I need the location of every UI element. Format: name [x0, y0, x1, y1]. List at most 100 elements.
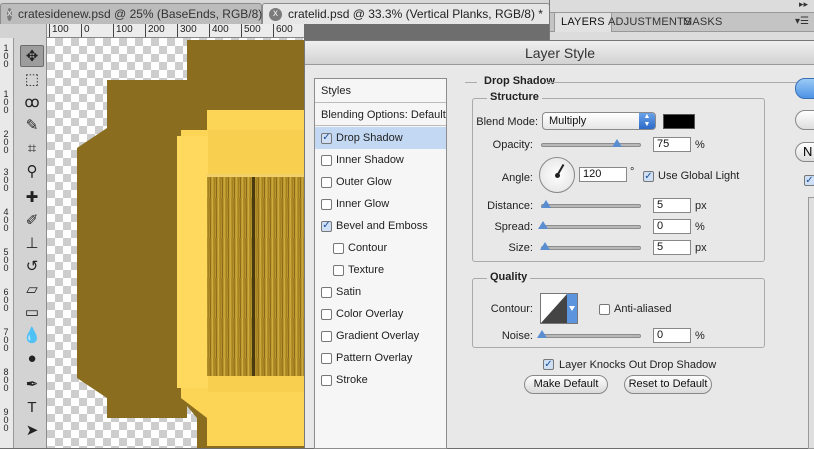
noise-input[interactable]: 0 [653, 328, 691, 343]
ok-button[interactable] [795, 78, 814, 99]
gradient-tool-icon[interactable]: ▭ [20, 301, 44, 323]
style-checkbox[interactable] [321, 308, 332, 320]
ruler-tick: 800 [3, 367, 9, 393]
ruler-tick: 100 [3, 89, 9, 115]
spot-heal-tool-icon[interactable]: ✚ [20, 186, 44, 208]
quick-select-tool-icon[interactable]: ✎ [20, 114, 44, 136]
style-item-texture[interactable]: Texture [315, 259, 446, 281]
type-tool-icon[interactable]: T [20, 396, 44, 418]
panel-tab-strip: LAYERS ADJUSTMENTS MASKS ▾☰ [550, 12, 814, 32]
angle-unit: ° [630, 166, 635, 178]
anti-aliased-checkbox[interactable] [599, 304, 610, 315]
close-tab-icon[interactable]: x [7, 7, 12, 21]
brush-tool-icon[interactable]: ✐ [20, 209, 44, 231]
style-item-outer-glow[interactable]: Outer Glow [315, 171, 446, 193]
use-global-light-label: Use Global Light [658, 170, 740, 182]
slider-thumb[interactable] [540, 242, 550, 250]
section-divider [545, 82, 807, 83]
style-checkbox[interactable] [321, 352, 332, 364]
blend-mode-select[interactable]: Multiply ▲ ▼ [542, 112, 656, 130]
spread-slider[interactable] [538, 221, 641, 229]
contour-curve-icon [541, 294, 577, 323]
doc-tab-cratesidenew[interactable]: x cratesidenew.psd @ 25% (BaseEnds, RGB/… [0, 3, 262, 24]
style-checkbox[interactable] [321, 176, 332, 188]
style-item-label: Inner Shadow [336, 154, 404, 166]
eraser-tool-icon[interactable]: ▱ [20, 278, 44, 300]
close-tab-icon[interactable]: x [269, 7, 282, 21]
size-input[interactable]: 5 [653, 240, 691, 255]
pen-tool-icon[interactable]: ✒ [20, 373, 44, 395]
style-checkbox[interactable]: ✓ [321, 132, 332, 144]
spread-input[interactable]: 0 [653, 219, 691, 234]
slider-thumb[interactable] [538, 221, 548, 229]
doc-tab-cratelid[interactable]: x cratelid.psd @ 33.3% (Vertical Planks,… [262, 3, 550, 24]
style-item-stroke[interactable]: Stroke [315, 369, 446, 391]
distance-input[interactable]: 5 [653, 198, 691, 213]
style-item-contour[interactable]: Contour [315, 237, 446, 259]
style-item-inner-shadow[interactable]: Inner Shadow [315, 149, 446, 171]
shadow-color-swatch[interactable] [663, 114, 695, 129]
noise-slider[interactable] [537, 330, 641, 338]
slider-thumb[interactable] [612, 139, 622, 147]
slider-thumb[interactable] [541, 200, 551, 208]
style-item-satin[interactable]: Satin [315, 281, 446, 303]
dodge-tool-icon[interactable]: ● [20, 347, 44, 369]
knocks-out-checkbox[interactable]: ✓ [543, 359, 554, 370]
opacity-input[interactable]: 75 [653, 137, 691, 152]
style-item-inner-glow[interactable]: Inner Glow [315, 193, 446, 215]
panel-menu-icon[interactable]: ▾☰ [795, 16, 809, 27]
new-style-button[interactable]: N [795, 142, 814, 162]
style-checkbox[interactable] [321, 154, 332, 166]
crop-tool-icon[interactable]: ⌗ [20, 137, 44, 159]
angle-input[interactable]: 120 [579, 167, 627, 182]
opacity-slider[interactable] [541, 139, 641, 147]
horizontal-ruler: 200 100 0 100 200 300 400 500 600 [47, 24, 304, 38]
contour-label: Contour: [490, 303, 533, 315]
angle-center [555, 173, 560, 178]
doc-tab-title: cratelid.psd @ 33.3% (Vertical Planks, R… [288, 7, 543, 21]
preview-checkbox[interactable]: ✓ [804, 175, 814, 186]
style-item-drop-shadow[interactable]: ✓ Drop Shadow [315, 127, 446, 149]
dialog-title: Layer Style [305, 41, 814, 65]
style-item-color-overlay[interactable]: Color Overlay [315, 303, 446, 325]
slider-thumb[interactable] [537, 330, 547, 338]
style-checkbox[interactable] [321, 374, 332, 386]
path-select-tool-icon[interactable]: ➤ [20, 419, 44, 441]
style-checkbox[interactable] [333, 264, 344, 276]
clone-stamp-tool-icon[interactable]: ⊥ [20, 232, 44, 254]
ruler-tick: 400 [3, 207, 9, 233]
style-item-gradient-overlay[interactable]: Gradient Overlay [315, 325, 446, 347]
style-item-label: Bevel and Emboss [336, 220, 428, 232]
style-checkbox[interactable] [321, 330, 332, 342]
style-checkbox[interactable] [321, 286, 332, 298]
blur-tool-icon[interactable]: 💧 [20, 324, 44, 346]
eyedropper-tool-icon[interactable]: ⚲ [20, 160, 44, 182]
style-checkbox[interactable] [321, 198, 332, 210]
contour-picker[interactable] [540, 293, 578, 324]
style-item-label: Texture [348, 264, 385, 276]
size-slider[interactable] [540, 242, 641, 250]
distance-slider[interactable] [541, 200, 641, 208]
marquee-tool-icon[interactable]: ⬚ [20, 68, 44, 90]
tab-masks[interactable]: MASKS [677, 13, 729, 32]
style-item-label: Inner Glow [336, 198, 390, 210]
style-item-bevel-and-emboss[interactable]: ✓ Bevel and Emboss [315, 215, 446, 237]
ruler-tick: 700 [3, 327, 9, 353]
cancel-button[interactable] [795, 110, 814, 130]
toolbox: 100 100 200 300 400 500 600 700 800 900 … [0, 24, 47, 448]
style-item-pattern-overlay[interactable]: Pattern Overlay [315, 347, 446, 369]
collapse-panel-icon[interactable]: ▸▸ [799, 0, 808, 10]
style-checkbox[interactable]: ✓ [321, 220, 332, 232]
ruler-tick: 100 [3, 43, 9, 69]
blending-options-item[interactable]: Blending Options: Default [315, 104, 446, 126]
history-brush-tool-icon[interactable]: ↺ [20, 255, 44, 277]
lasso-tool-icon[interactable]: ꝏ [20, 91, 44, 113]
reset-to-default-button[interactable]: Reset to Default [624, 375, 712, 394]
angle-dial[interactable] [539, 157, 575, 193]
document-canvas[interactable] [47, 38, 304, 448]
styles-header[interactable]: Styles [315, 79, 446, 103]
use-global-light-checkbox[interactable]: ✓ [643, 171, 654, 182]
make-default-button[interactable]: Make Default [524, 375, 608, 394]
style-checkbox[interactable] [333, 242, 344, 254]
move-tool-icon[interactable]: ✥ [20, 45, 44, 67]
